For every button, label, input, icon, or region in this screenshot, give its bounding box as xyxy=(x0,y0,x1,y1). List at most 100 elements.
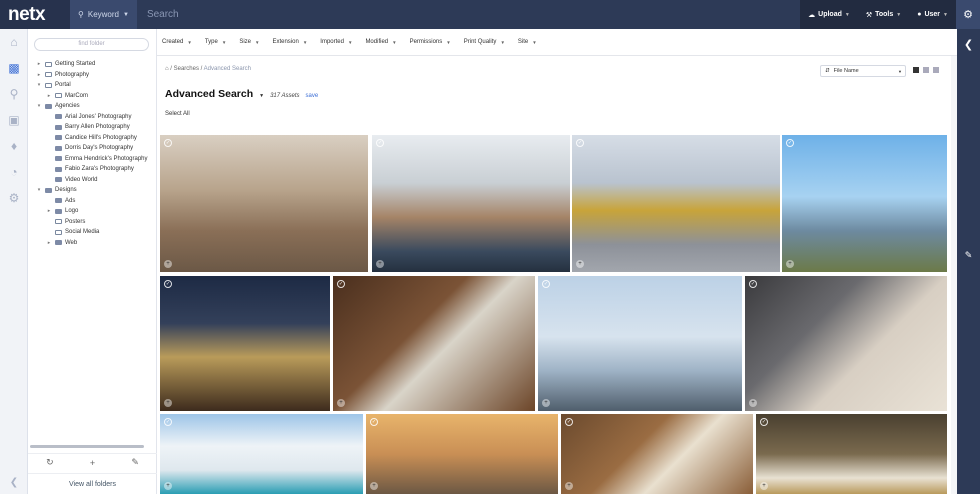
filter-created[interactable]: Created ▼ xyxy=(162,39,192,45)
folder-tree-item[interactable]: Barry Allen Photography xyxy=(36,122,148,133)
select-check-icon[interactable]: ✓ xyxy=(565,418,573,426)
folder-tree-item[interactable]: Dorris Day's Photography xyxy=(36,143,148,154)
folder-tree-item[interactable]: ▾ Agencies xyxy=(36,101,148,112)
ice-cream-image[interactable]: ✓ + xyxy=(366,414,558,494)
mountain-bike-image[interactable]: ✓ + xyxy=(782,135,947,272)
museum-hall-image[interactable]: ✓ + xyxy=(160,135,368,272)
search-nav-icon[interactable]: ⚲ xyxy=(0,81,28,107)
select-check-icon[interactable]: ✓ xyxy=(164,280,172,288)
folder-panel-scrollbar[interactable] xyxy=(30,445,144,448)
list-view-icon[interactable] xyxy=(933,67,939,73)
folder-tree-item[interactable]: ▸ Getting Started xyxy=(36,59,148,70)
filter-size[interactable]: Size ▼ xyxy=(239,39,259,45)
filter-imported[interactable]: Imported ▼ xyxy=(320,39,352,45)
select-check-icon[interactable]: ✓ xyxy=(576,139,584,147)
view-all-folders-link[interactable]: View all folders xyxy=(28,473,157,494)
sort-order-icon[interactable]: ⇵ xyxy=(825,68,830,74)
inbox-icon[interactable]: ▣ xyxy=(0,107,28,133)
save-search-link[interactable]: save xyxy=(306,93,319,99)
large-grid-view-icon[interactable] xyxy=(913,67,919,73)
folder-tree-item[interactable]: Emma Hendrick's Photography xyxy=(36,154,148,165)
small-grid-view-icon[interactable] xyxy=(923,67,929,73)
caret-right-icon[interactable]: ▸ xyxy=(46,93,52,99)
select-check-icon[interactable]: ✓ xyxy=(370,418,378,426)
home-icon[interactable]: ⌂ xyxy=(0,29,28,55)
caret-right-icon[interactable]: ▸ xyxy=(46,240,52,246)
select-check-icon[interactable]: ✓ xyxy=(760,418,768,426)
edit-pencil-icon[interactable]: ✎ xyxy=(957,250,980,261)
find-folder-input[interactable]: find folder xyxy=(34,38,149,51)
folder-tree-item[interactable]: Social Media xyxy=(36,227,148,238)
caret-right-icon[interactable]: ▸ xyxy=(36,72,42,78)
fruit-bowl-image[interactable]: ✓ + xyxy=(561,414,753,494)
select-check-icon[interactable]: ✓ xyxy=(786,139,794,147)
select-check-icon[interactable]: ✓ xyxy=(749,280,757,288)
refresh-icon[interactable]: ↻ xyxy=(46,457,54,468)
folder-tree-item[interactable]: ▸ Photography xyxy=(36,70,148,81)
plated-food-image[interactable]: ✓ + xyxy=(333,276,535,411)
campfire-night-image[interactable]: ✓ + xyxy=(160,276,330,411)
folder-tree-item[interactable]: Candice Hill's Photography xyxy=(36,133,148,144)
caret-right-icon[interactable]: ▸ xyxy=(36,61,42,67)
filter-extension[interactable]: Extension ▼ xyxy=(272,39,307,45)
lake-silhouette-image[interactable]: ✓ + xyxy=(538,276,742,411)
select-all-link[interactable]: Select All xyxy=(165,111,190,117)
folder-tree-item[interactable]: Posters xyxy=(36,217,148,228)
sort-select[interactable]: ⇵ File Name ▼ xyxy=(820,65,906,77)
select-check-icon[interactable]: ✓ xyxy=(376,139,384,147)
select-check-icon[interactable]: ✓ xyxy=(542,280,550,288)
add-to-cart-icon[interactable]: + xyxy=(370,482,378,490)
select-check-icon[interactable]: ✓ xyxy=(337,280,345,288)
bell-icon[interactable]: ♦ xyxy=(0,133,28,159)
folder-tree-item[interactable]: Ads xyxy=(36,196,148,207)
add-to-cart-icon[interactable]: + xyxy=(164,260,172,268)
add-to-cart-icon[interactable]: + xyxy=(749,399,757,407)
filter-print-quality[interactable]: Print Quality ▼ xyxy=(464,39,505,45)
chevron-left-icon[interactable]: ❮ xyxy=(957,38,980,51)
pie-chart-icon[interactable]: ◔ xyxy=(0,159,28,185)
caret-down-icon[interactable]: ▾ xyxy=(36,187,42,193)
glacier-image[interactable]: ✓ + xyxy=(160,414,363,494)
search-mode-select[interactable]: ⚲ Keyword ▼ xyxy=(70,0,137,29)
add-to-cart-icon[interactable]: + xyxy=(760,482,768,490)
temple-gallery-image[interactable]: ✓ + xyxy=(372,135,570,272)
cogs-icon[interactable]: ⚙ xyxy=(0,185,28,211)
filter-modified[interactable]: Modified ▼ xyxy=(365,39,396,45)
filter-permissions[interactable]: Permissions ▼ xyxy=(410,39,451,45)
add-to-cart-icon[interactable]: + xyxy=(337,399,345,407)
edit-pencil-icon[interactable]: ✎ xyxy=(131,457,139,468)
balloon-dog-image[interactable]: ✓ + xyxy=(572,135,780,272)
title-dropdown-icon[interactable]: ▼ xyxy=(259,93,264,99)
user-button[interactable]: ● User ▼ xyxy=(909,0,956,29)
add-to-cart-icon[interactable]: + xyxy=(786,260,794,268)
add-to-cart-icon[interactable]: + xyxy=(376,260,384,268)
caret-down-icon[interactable]: ▾ xyxy=(36,82,42,88)
folder-tree-item[interactable]: Arial Jones' Photography xyxy=(36,112,148,123)
add-to-cart-icon[interactable]: + xyxy=(164,399,172,407)
caret-down-icon[interactable]: ▾ xyxy=(36,103,42,109)
select-check-icon[interactable]: ✓ xyxy=(164,139,172,147)
folder-tree-item[interactable]: ▸ MarCom xyxy=(36,91,148,102)
filter-type[interactable]: Type ▼ xyxy=(205,39,226,45)
search-input[interactable] xyxy=(136,0,797,29)
upload-button[interactable]: ☁ Upload ▼ xyxy=(800,0,858,29)
folder-icon[interactable]: ▩ xyxy=(0,55,28,81)
folder-tree-item[interactable]: ▾ Designs xyxy=(36,185,148,196)
folder-tree-item[interactable]: Fabio Zara's Photography xyxy=(36,164,148,175)
folder-tree-item[interactable]: ▸ Web xyxy=(36,238,148,249)
home-crumb-icon[interactable]: ⌂ xyxy=(165,66,169,72)
folder-tree-item[interactable]: Video World xyxy=(36,175,148,186)
netx-logo[interactable]: netx xyxy=(0,0,70,29)
breadcrumb-searches[interactable]: / Searches / xyxy=(170,66,202,72)
reading-notebook-image[interactable]: ✓ + xyxy=(756,414,947,494)
caret-right-icon[interactable]: ▸ xyxy=(46,208,52,214)
add-folder-icon[interactable]: + xyxy=(90,458,95,468)
collapse-left-icon[interactable]: ❮ xyxy=(0,477,28,488)
add-to-cart-icon[interactable]: + xyxy=(565,482,573,490)
add-to-cart-icon[interactable]: + xyxy=(576,260,584,268)
folder-tree-item[interactable]: ▸ Logo xyxy=(36,206,148,217)
laptop-photos-image[interactable]: ✓ + xyxy=(745,276,947,411)
folder-tree-item[interactable]: ▾ Portal xyxy=(36,80,148,91)
add-to-cart-icon[interactable]: + xyxy=(164,482,172,490)
settings-gear-button[interactable]: ⚙ xyxy=(956,0,980,29)
